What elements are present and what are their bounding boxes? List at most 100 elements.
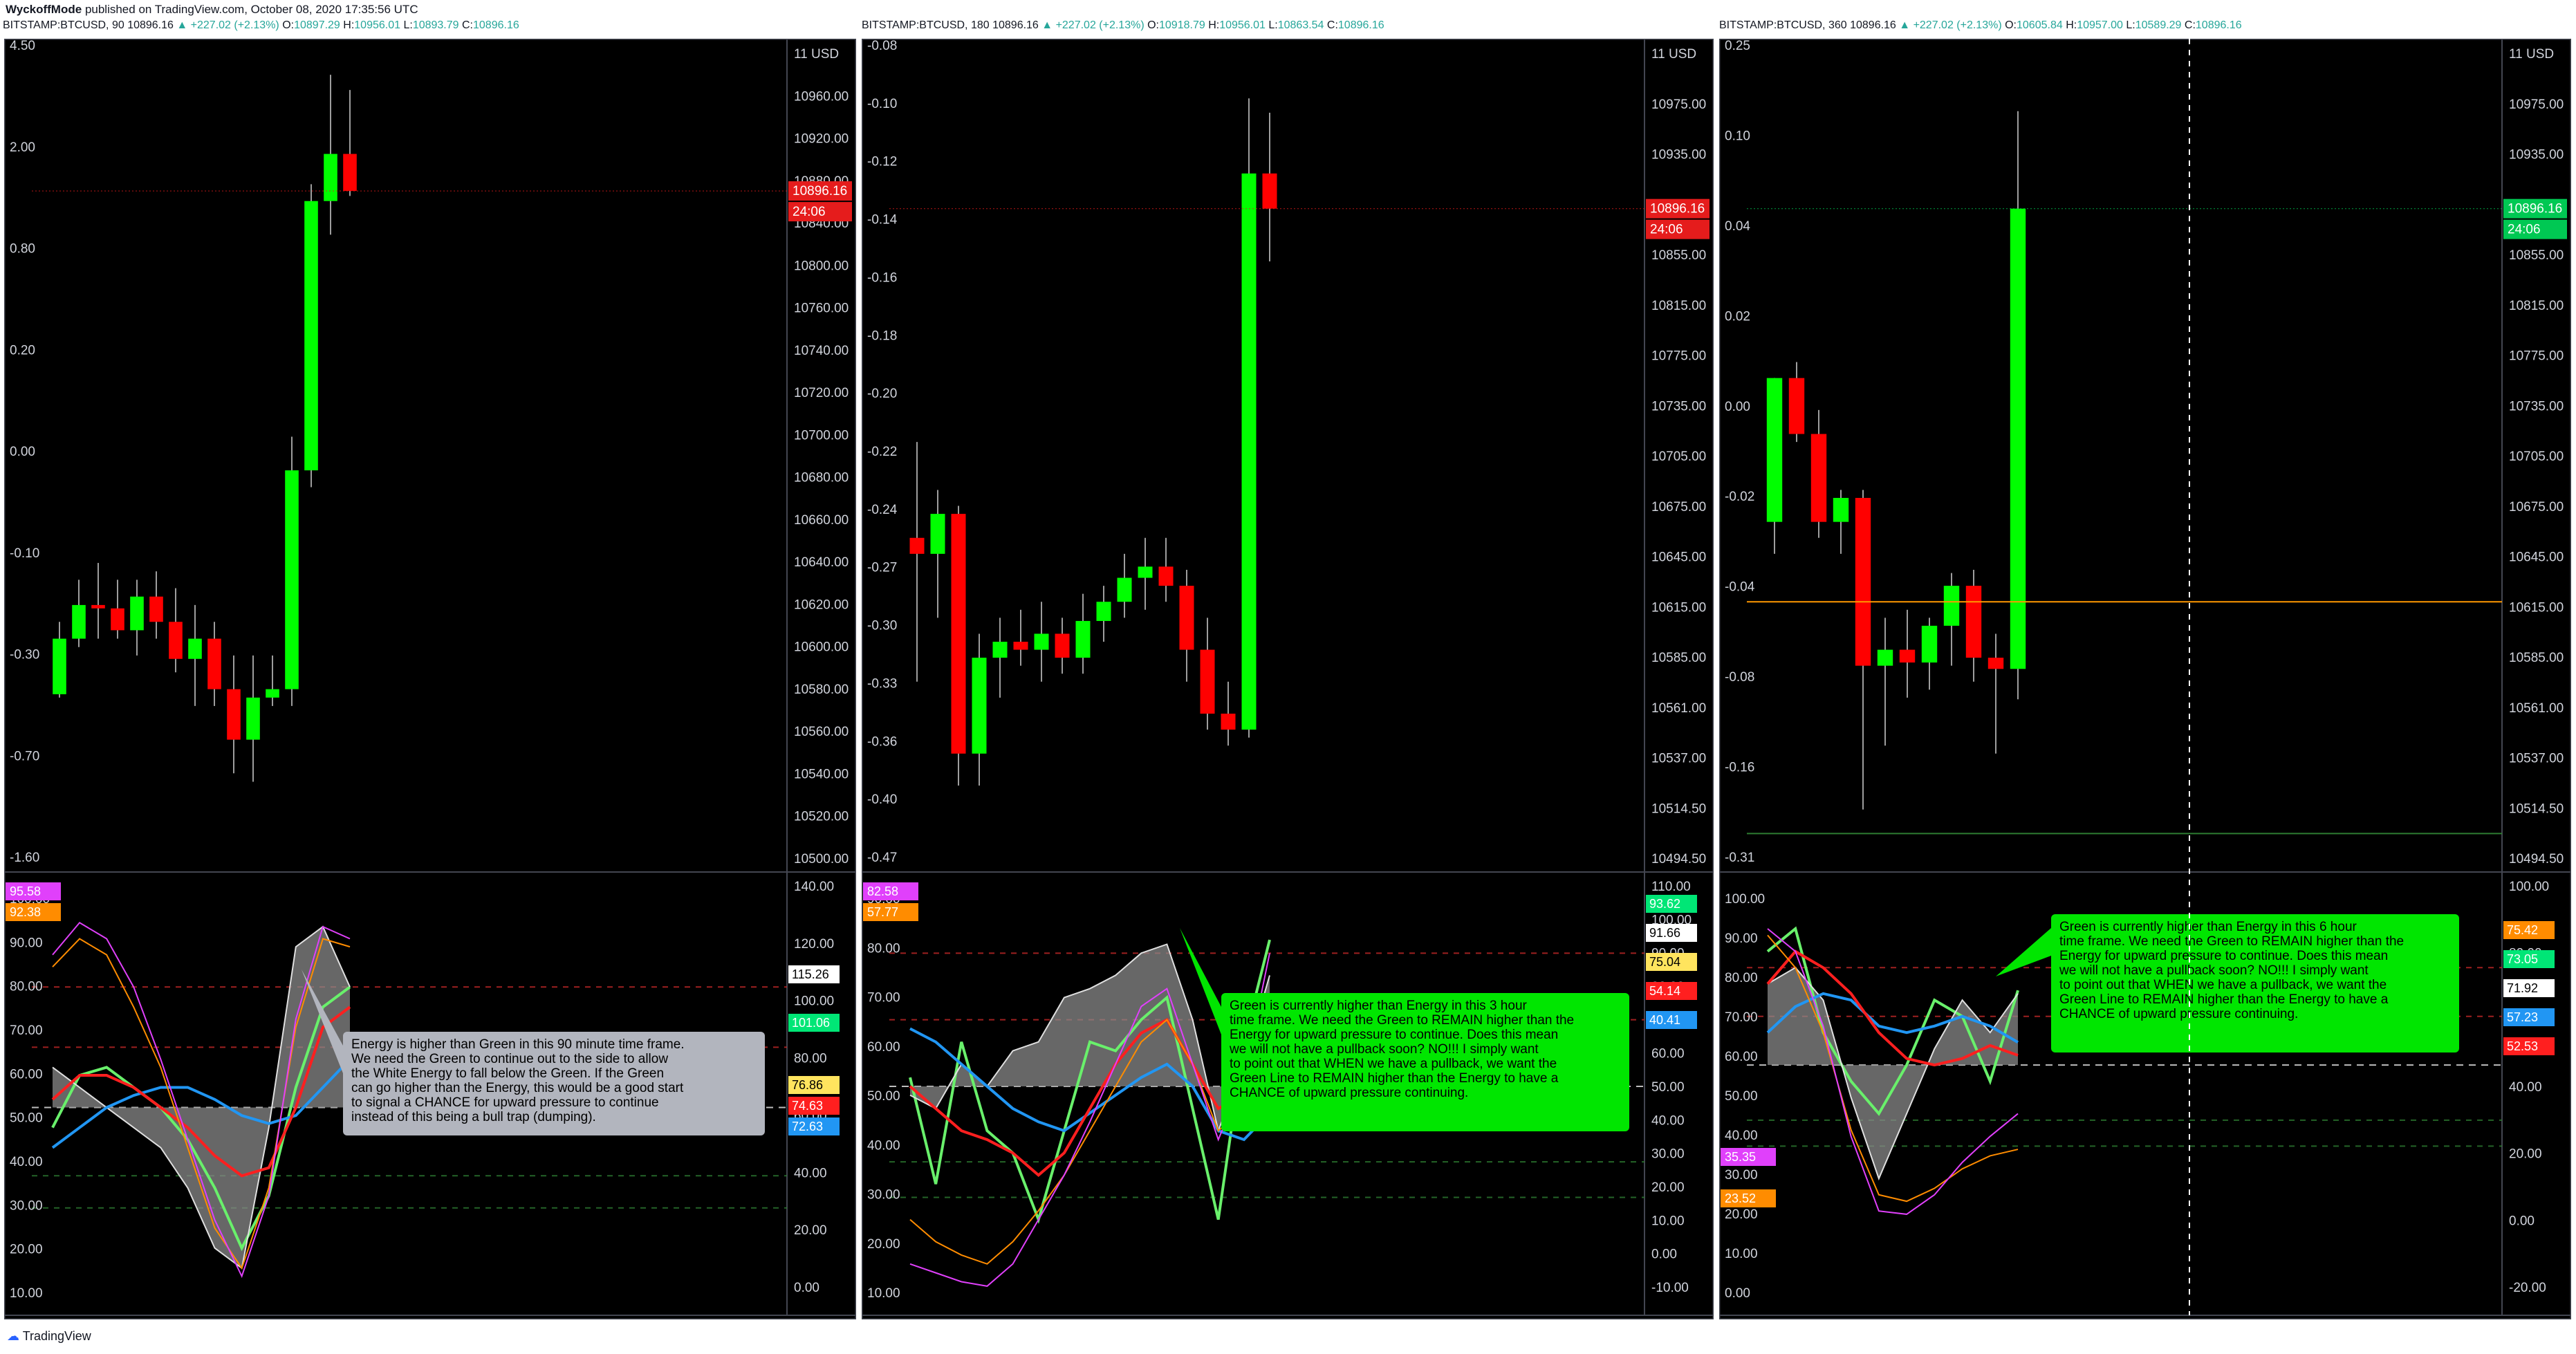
annotation-line: to signal a CHANCE for upward pressure t… bbox=[351, 1095, 659, 1110]
left-axis-tick: 0.20 bbox=[10, 343, 35, 358]
osc-left-tag-label: 57.77 bbox=[867, 905, 898, 919]
annotation-line: Energy is higher than Green in this 90 m… bbox=[351, 1037, 685, 1052]
osc-right-tag-label: 52.53 bbox=[2507, 1039, 2538, 1053]
price-axis-tick: 10615.00 bbox=[2509, 600, 2564, 615]
candle-body bbox=[1810, 434, 1827, 522]
annotation-line: Green Line to REMAIN higher than the Ene… bbox=[1230, 1071, 1559, 1086]
left-axis-tick: -0.10 bbox=[10, 546, 39, 561]
symbol-info-90: BITSTAMP:BTCUSD, 90 10896.16 ▲ +227.02 (… bbox=[3, 19, 519, 31]
price-axis-tick: 10645.00 bbox=[2509, 550, 2564, 565]
candle-body bbox=[324, 154, 337, 201]
annotation-line: the White Energy to fall below the Green… bbox=[351, 1066, 664, 1081]
left-axis-tick: 0.25 bbox=[1725, 39, 1750, 53]
candle-body bbox=[1965, 586, 1982, 658]
candle-body bbox=[207, 638, 221, 689]
osc-right-tag-label: 76.86 bbox=[792, 1078, 823, 1092]
left-axis-tick: -0.47 bbox=[867, 851, 897, 865]
price-tag-label: 10896.16 bbox=[793, 184, 847, 198]
open-value: 10897.29 bbox=[294, 19, 340, 31]
price-axis-tick: 10680.00 bbox=[794, 471, 849, 485]
price-axis-tick: 10815.00 bbox=[2509, 299, 2564, 313]
osc-left-tick: 10.00 bbox=[867, 1286, 900, 1301]
left-axis-tick: -0.10 bbox=[867, 97, 897, 111]
price-tag-label: 10896.16 bbox=[2508, 202, 2562, 216]
price-axis-tick: 10740.00 bbox=[794, 344, 849, 358]
price-axis-tick: 11 USD bbox=[794, 47, 839, 62]
price-axis-tick: 10537.00 bbox=[2509, 752, 2564, 766]
price-axis-tick: 10855.00 bbox=[2509, 248, 2564, 263]
left-axis-tick: 0.00 bbox=[1725, 400, 1750, 414]
left-axis-tick: 0.00 bbox=[10, 445, 35, 459]
candle-body bbox=[930, 514, 945, 554]
price-axis-tick: 10600.00 bbox=[794, 640, 849, 655]
candle-body bbox=[1921, 625, 1938, 663]
osc-right-tick: -20.00 bbox=[2509, 1281, 2546, 1295]
candle-body bbox=[285, 470, 299, 689]
osc-left-tag-label: 95.58 bbox=[10, 884, 41, 898]
osc-left-tag-label: 35.35 bbox=[1725, 1150, 1756, 1164]
osc-left-tick: 30.00 bbox=[1725, 1168, 1758, 1183]
price-axis-tick: 10645.00 bbox=[1651, 550, 1706, 565]
price-axis-tick: 10720.00 bbox=[794, 386, 849, 400]
page-footer: ☁ TradingView bbox=[0, 1319, 2576, 1354]
price-axis-tick: 10935.00 bbox=[2509, 148, 2564, 163]
candle-body bbox=[1013, 642, 1028, 650]
price-axis-tick: 10815.00 bbox=[1651, 299, 1706, 313]
price-axis-tick: 10705.00 bbox=[1651, 449, 1706, 464]
candle-body bbox=[304, 201, 318, 471]
candle-body bbox=[188, 638, 202, 659]
osc-left-tick: 80.00 bbox=[867, 941, 900, 956]
price-tag-label: 10896.16 bbox=[1650, 202, 1705, 216]
left-axis-tick: -0.27 bbox=[867, 561, 897, 575]
price-axis-tick: 10620.00 bbox=[794, 597, 849, 612]
candle-body bbox=[1075, 620, 1091, 658]
price-tag-label: 24:06 bbox=[793, 205, 826, 219]
left-axis-tick: -0.70 bbox=[10, 749, 39, 763]
osc-right-tick: 60.00 bbox=[1651, 1047, 1685, 1061]
price-tag-label: 24:06 bbox=[2508, 223, 2541, 237]
osc-right-tag-label: 75.42 bbox=[2507, 923, 2538, 937]
osc-right-tick: 0.00 bbox=[1651, 1248, 1677, 1262]
candle-body bbox=[1221, 714, 1236, 730]
publish-text: published on TradingView.com, October 08… bbox=[84, 3, 418, 16]
price-axis-tick: 10660.00 bbox=[794, 513, 849, 528]
osc-right-tick: 40.00 bbox=[2509, 1080, 2542, 1095]
chart-panel-360[interactable]: 11 USD10975.0010935.0010895.0010855.0010… bbox=[1719, 39, 2571, 1319]
price-axis-tick: 10514.50 bbox=[2509, 801, 2564, 816]
osc-right-tag-label: 101.06 bbox=[792, 1016, 830, 1030]
osc-left-tick: 80.00 bbox=[1725, 971, 1758, 985]
left-axis-tick: -0.24 bbox=[867, 503, 898, 517]
osc-left-tick: 70.00 bbox=[1725, 1010, 1758, 1025]
left-axis-tick: -0.08 bbox=[1725, 670, 1754, 685]
price-axis-tick: 10920.00 bbox=[794, 132, 849, 147]
price-axis-tick: 10935.00 bbox=[1651, 148, 1706, 163]
annotation-line: CHANCE of upward pressure continuing. bbox=[2059, 1007, 2298, 1021]
price-axis-tick: 10675.00 bbox=[2509, 500, 2564, 514]
left-axis-tick: -0.40 bbox=[867, 792, 897, 807]
author-name[interactable]: WyckoffMode bbox=[6, 3, 82, 16]
price-axis-tick: 10700.00 bbox=[794, 428, 849, 443]
change: ▲ +227.02 (+2.13%) bbox=[176, 19, 279, 31]
price-axis-tick: 10975.00 bbox=[2509, 98, 2564, 112]
candle-body bbox=[227, 689, 241, 740]
price-axis-tick: 10640.00 bbox=[794, 555, 849, 570]
candle-body bbox=[1055, 633, 1070, 658]
tradingview-logo[interactable]: ☁ TradingView bbox=[7, 1329, 91, 1344]
high-value: 10956.01 bbox=[1219, 19, 1266, 31]
left-axis-tick: -0.30 bbox=[10, 648, 39, 662]
osc-right-tick: 0.00 bbox=[2509, 1214, 2535, 1228]
symbol-info-180: BITSTAMP:BTCUSD, 180 10896.16 ▲ +227.02 … bbox=[862, 19, 1384, 31]
osc-left-tick: 60.00 bbox=[1725, 1050, 1758, 1064]
osc-left-tick: 10.00 bbox=[10, 1286, 43, 1301]
brand-label: TradingView bbox=[22, 1329, 91, 1343]
osc-left-tick: 70.00 bbox=[867, 991, 900, 1005]
candle-body bbox=[149, 596, 163, 622]
osc-right-tick: -10.00 bbox=[1651, 1281, 1689, 1295]
symbol-title: BITSTAMP:BTCUSD, 360 bbox=[1719, 19, 1847, 31]
osc-right-tag-label: 91.66 bbox=[1649, 926, 1680, 940]
osc-right-tag-label: 40.41 bbox=[1649, 1013, 1680, 1027]
candle-body bbox=[1034, 633, 1049, 650]
chart-panel-180[interactable]: 11 USD10975.0010935.0010895.0010855.0010… bbox=[862, 39, 1714, 1319]
chart-panel-90[interactable]: 11 USD10960.0010920.0010880.0010840.0010… bbox=[4, 39, 856, 1319]
change: ▲ +227.02 (+2.13%) bbox=[1041, 19, 1145, 31]
